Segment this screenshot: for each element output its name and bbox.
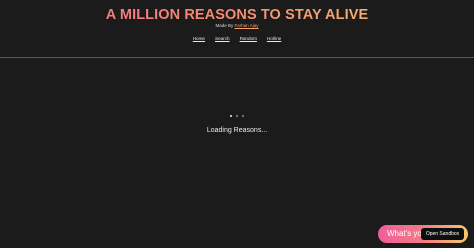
nav-hotline-link[interactable]: Hotline	[267, 36, 281, 42]
open-sandbox-button[interactable]: Open Sandbox	[421, 228, 464, 240]
page: A MILLION REASONS TO STAY ALIVE Made By …	[0, 0, 474, 248]
loading-dot	[242, 115, 244, 117]
byline: Made By Farhan Ajay	[0, 23, 474, 29]
page-title: A MILLION REASONS TO STAY ALIVE	[0, 6, 474, 24]
main-nav: Home Search Random Hotline	[0, 36, 474, 42]
loading-indicator	[0, 115, 474, 117]
sandbox-tease-text: What's yo	[387, 229, 422, 238]
loading-dot	[236, 115, 238, 117]
loading-dot	[230, 115, 232, 117]
site-header: A MILLION REASONS TO STAY ALIVE Made By …	[0, 0, 474, 58]
loading-text: Loading Reasons...	[206, 127, 268, 134]
nav-random-link[interactable]: Random	[240, 36, 257, 42]
author-link[interactable]: Farhan Ajay	[235, 23, 259, 28]
byline-prefix: Made By	[215, 23, 234, 28]
sandbox-widget[interactable]: What's yo Open Sandbox	[378, 225, 468, 243]
nav-home-link[interactable]: Home	[193, 36, 205, 42]
nav-search-link[interactable]: Search	[215, 36, 230, 42]
